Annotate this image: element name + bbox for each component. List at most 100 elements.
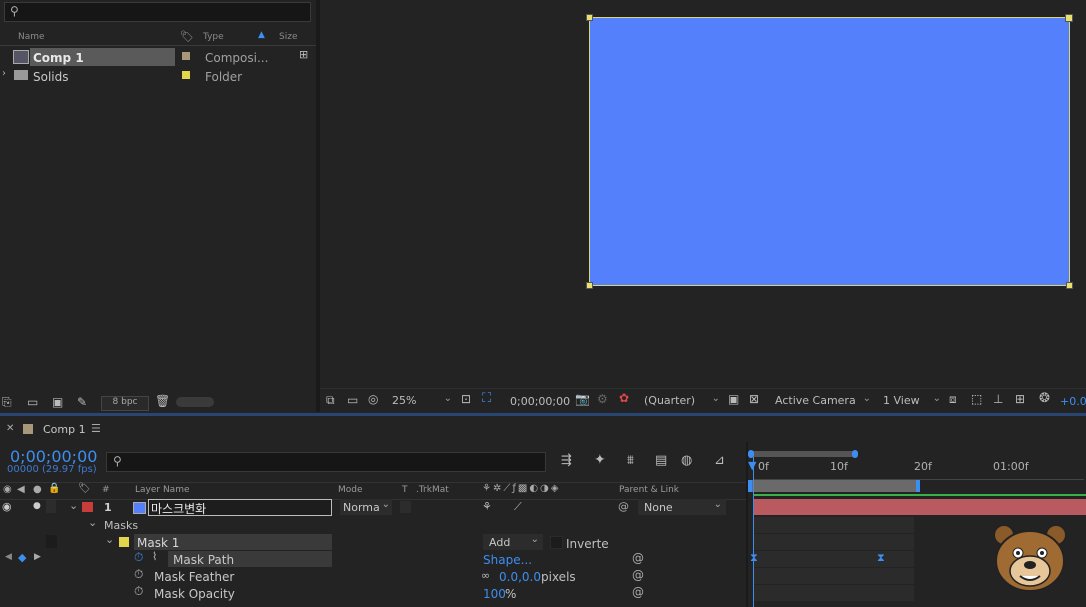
toggle-pixel-aspect-icon[interactable]: ⧈ xyxy=(949,392,957,407)
layer-name-field[interactable]: 마스크변화 xyxy=(148,499,332,516)
mask-path-toggle-icon[interactable]: ⛶ xyxy=(482,391,491,406)
mask-lock-toggle[interactable] xyxy=(46,535,57,548)
fast-previews-icon[interactable]: ⬚ xyxy=(971,392,982,406)
column-name[interactable]: Name xyxy=(18,32,45,46)
quality-switch-icon[interactable]: ⟋ xyxy=(514,500,522,514)
trash-icon[interactable]: 🗑 xyxy=(155,394,170,408)
shy-layers-icon[interactable]: ⩩ xyxy=(627,453,634,468)
next-keyframe-icon[interactable]: ▶ xyxy=(34,552,41,562)
label-swatch[interactable] xyxy=(182,52,190,60)
stopwatch-icon[interactable]: ⏱ xyxy=(134,550,143,565)
viewer-timecode[interactable]: 0;00;00;00 xyxy=(510,395,570,408)
mask-vertex[interactable] xyxy=(586,282,593,289)
preserve-transparency-toggle[interactable] xyxy=(400,501,411,513)
solo-toggle[interactable]: ● xyxy=(33,501,41,511)
keyframe-diamond-icon[interactable]: ◆ xyxy=(18,551,26,564)
graph-icon[interactable]: ⌇ xyxy=(152,550,157,563)
motion-blur-icon[interactable]: ◍ xyxy=(681,453,692,468)
masks-group-row[interactable]: ⌄ Masks xyxy=(0,516,746,533)
mask-visibility-icon[interactable]: ◎ xyxy=(368,392,378,406)
pen-icon[interactable]: ✎ xyxy=(77,395,87,409)
stopwatch-icon[interactable]: ⏱ xyxy=(134,567,143,582)
current-time-indicator[interactable] xyxy=(753,457,754,607)
region-of-interest-icon[interactable]: ▣ xyxy=(728,392,739,406)
timeline-tab[interactable]: ✕ Comp 1 ☰ xyxy=(0,417,110,441)
link-icon[interactable]: ∞ xyxy=(481,569,490,582)
composition-flowchart-icon[interactable]: ⇶ xyxy=(561,453,572,468)
monitor-icon[interactable]: ▭ xyxy=(347,393,358,407)
inverted-checkbox[interactable] xyxy=(550,536,563,549)
chevron-down-icon[interactable]: ⌄ xyxy=(88,516,97,529)
eye-icon[interactable]: ◉ xyxy=(2,500,12,513)
shy-switch-icon[interactable]: ⚘ xyxy=(482,500,492,513)
project-item-comp1[interactable]: Comp 1 Composi... xyxy=(0,48,298,66)
menu-icon[interactable]: ☰ xyxy=(91,422,101,435)
color-channels-icon[interactable]: ✿ xyxy=(619,391,629,405)
mask-color-swatch[interactable] xyxy=(119,537,129,547)
camera-snapshot-icon[interactable]: 📷 xyxy=(575,392,590,406)
mask-vertex[interactable] xyxy=(586,14,593,21)
mask-name-highlight[interactable]: Mask 1 xyxy=(134,534,332,550)
project-item-solids[interactable]: › Solids Folder xyxy=(0,67,298,85)
new-composition-icon[interactable]: ▣ xyxy=(52,395,63,409)
expression-pickwhip-icon[interactable]: @ xyxy=(632,568,644,582)
blend-mode-dropdown[interactable]: Norma ⌄ xyxy=(340,499,392,515)
render-range-start[interactable] xyxy=(748,480,752,492)
work-area-end-handle[interactable] xyxy=(852,450,858,458)
column-size[interactable]: Size xyxy=(279,32,297,46)
property-value[interactable]: Shape... xyxy=(483,553,532,567)
parent-dropdown[interactable]: None ⌄ xyxy=(638,499,726,515)
chevron-down-icon[interactable]: ⌄ xyxy=(69,499,78,512)
graph-editor-icon[interactable]: ⊿ xyxy=(714,453,725,468)
stopwatch-icon[interactable]: ⏱ xyxy=(134,584,143,599)
project-search-input[interactable]: ⚲ xyxy=(4,2,311,22)
flowchart-icon[interactable]: ⊞ xyxy=(299,48,308,61)
exposure-value[interactable]: +0.0 xyxy=(1060,395,1086,408)
label-swatch[interactable] xyxy=(182,71,190,79)
zoom-dropdown[interactable]: 25% ⌄ xyxy=(392,392,454,409)
composition-canvas[interactable] xyxy=(586,14,1073,289)
frame-blending-icon[interactable]: ▤ xyxy=(655,453,667,468)
property-row-mask-opacity[interactable]: ⏱ Mask Opacity 100 % @ xyxy=(0,584,746,601)
new-folder-icon[interactable]: ▭ xyxy=(27,395,38,409)
mask-vertex[interactable] xyxy=(1065,14,1073,22)
views-dropdown[interactable]: 1 View ⌄ xyxy=(883,392,943,409)
layer-search-input[interactable]: ⚲ xyxy=(106,452,546,472)
property-row-mask-path[interactable]: ◀ ◆ ▶ ⏱ ⌇ Mask Path Shape... @ xyxy=(0,550,746,567)
camera-dropdown[interactable]: Active Camera ⌄ xyxy=(775,392,873,409)
reset-exposure-icon[interactable]: ❂ xyxy=(1039,391,1050,406)
property-value[interactable]: 100 xyxy=(483,587,506,601)
layer-duration-bar[interactable] xyxy=(754,499,1086,515)
show-snapshot-icon[interactable]: ⚙ xyxy=(597,392,608,406)
draft-3d-icon[interactable]: ✦ xyxy=(594,452,606,468)
lock-toggle[interactable] xyxy=(46,500,56,513)
column-type[interactable]: Type xyxy=(203,32,224,46)
expression-pickwhip-icon[interactable]: @ xyxy=(632,585,644,599)
interpret-footage-icon[interactable]: ⎘ xyxy=(2,395,12,410)
label-tag-icon[interactable]: 🏷 xyxy=(180,30,194,43)
timeline-icon[interactable]: ⊥ xyxy=(993,392,1003,406)
chevron-right-icon[interactable]: › xyxy=(2,68,6,79)
layer-label-swatch[interactable] xyxy=(82,502,93,512)
always-preview-icon[interactable]: ⧉ xyxy=(326,393,335,408)
render-range-bar[interactable] xyxy=(750,480,920,492)
layer-search-field[interactable] xyxy=(129,454,533,470)
property-value[interactable]: 0.0,0.0 xyxy=(499,570,541,584)
close-icon[interactable]: ✕ xyxy=(6,423,14,434)
render-range-end[interactable] xyxy=(916,480,920,492)
mask-vertex[interactable] xyxy=(1066,282,1073,289)
parent-pickwhip-icon[interactable]: @ xyxy=(618,500,629,513)
layer-row[interactable]: ◉ ● ⌄ 1 마스크변화 Norma ⌄ ⚘ ⟋ @ None ⌄ xyxy=(0,499,746,516)
prev-keyframe-icon[interactable]: ◀ xyxy=(5,552,12,562)
property-row-mask-feather[interactable]: ⏱ Mask Feather ∞ 0.0,0.0 pixels @ xyxy=(0,567,746,584)
mask-row[interactable]: ⌄ Mask 1 Add ⌄ Inverte xyxy=(0,533,746,551)
sort-ascending-icon[interactable]: ▲ xyxy=(258,30,265,40)
expression-pickwhip-icon[interactable]: @ xyxy=(632,551,644,565)
resolution-dropdown[interactable]: (Quarter) ⌄ xyxy=(644,392,722,409)
work-area-bar[interactable] xyxy=(750,451,856,457)
mask-mode-dropdown[interactable]: Add ⌄ xyxy=(483,534,543,550)
chevron-down-icon[interactable]: ⌄ xyxy=(105,533,114,546)
grid-guides-icon[interactable]: ⊡ xyxy=(461,392,471,406)
bpc-button[interactable]: 8 bpc xyxy=(101,396,149,411)
flowchart-icon[interactable]: ⊞ xyxy=(1015,392,1025,406)
